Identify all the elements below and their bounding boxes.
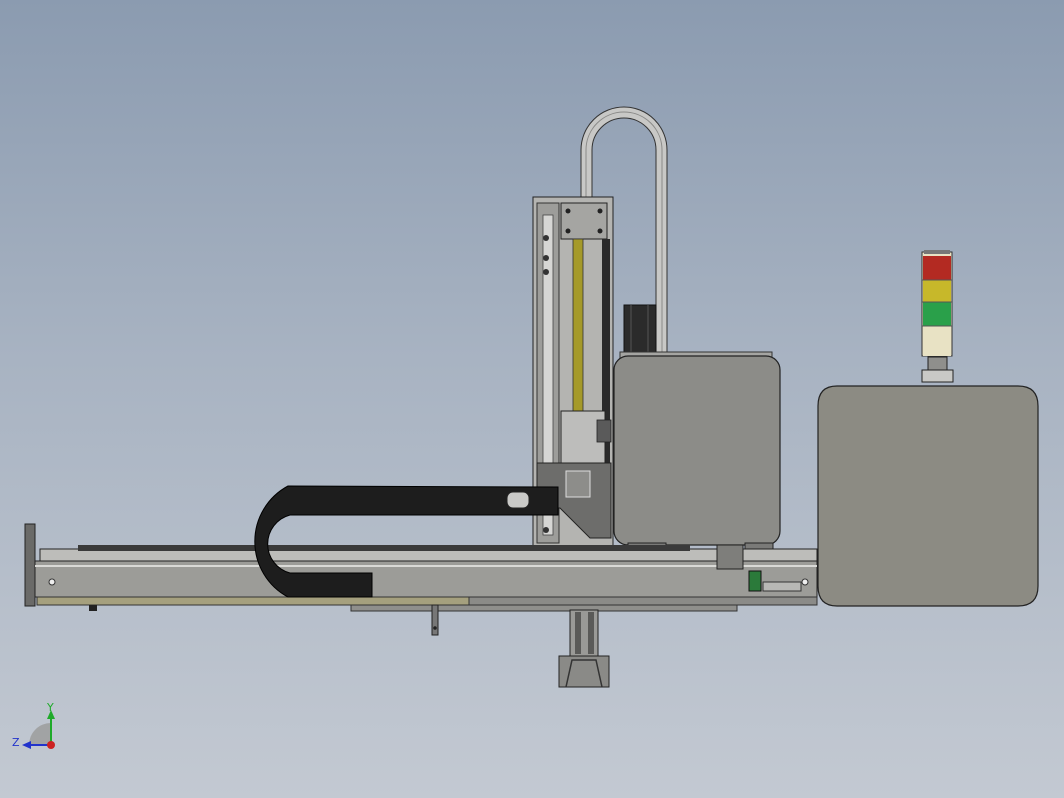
motor-block bbox=[623, 304, 657, 356]
cad-model-scene[interactable]: Y Z bbox=[0, 0, 1064, 798]
signal-tower bbox=[921, 250, 954, 383]
signal-light-green bbox=[923, 302, 951, 326]
signal-light-red bbox=[923, 256, 951, 280]
z-axis-label: Z bbox=[12, 736, 20, 749]
y-axis-label: Y bbox=[46, 701, 54, 714]
motor-housing bbox=[613, 351, 781, 556]
signal-light-white bbox=[923, 326, 951, 356]
origin-point bbox=[47, 741, 55, 749]
cad-viewport[interactable]: Y Z bbox=[0, 0, 1064, 798]
orientation-triad[interactable]: Y Z bbox=[12, 701, 55, 749]
vertical-slide-rail bbox=[572, 238, 584, 412]
control-cabinet bbox=[817, 385, 1039, 607]
signal-light-yellow bbox=[923, 280, 951, 302]
gripper bbox=[558, 609, 610, 688]
